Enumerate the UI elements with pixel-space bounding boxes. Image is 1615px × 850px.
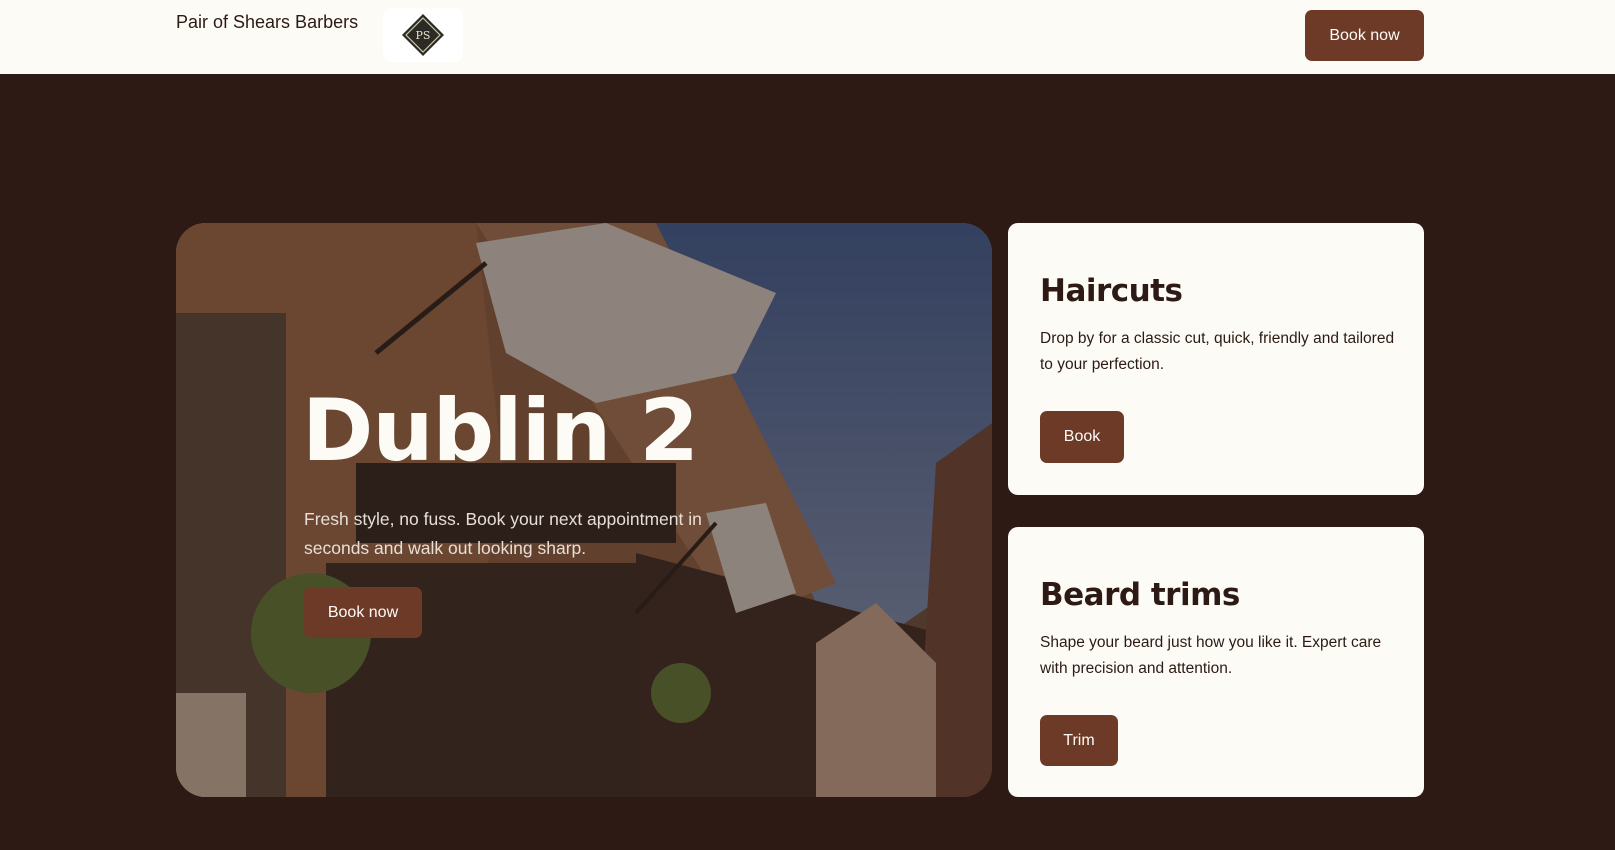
brand-name[interactable]: Pair of Shears Barbers xyxy=(176,12,358,33)
book-haircut-button[interactable]: Book xyxy=(1040,411,1124,463)
header-book-now-button[interactable]: Book now xyxy=(1305,10,1424,61)
hero-book-now-button[interactable]: Book now xyxy=(304,587,422,638)
ps-diamond-logo-icon: PS xyxy=(402,14,444,56)
hero-title: Dublin 2 xyxy=(302,381,699,481)
service-description: Drop by for a classic cut, quick, friend… xyxy=(1040,330,1395,373)
hero-description: Fresh style, no fuss. Book your next app… xyxy=(304,509,702,558)
service-title: Beard trims xyxy=(1040,577,1240,613)
service-card-haircuts: Haircuts Drop by for a classic cut, quic… xyxy=(1008,223,1424,495)
service-description: Shape your beard just how you like it. E… xyxy=(1040,634,1382,677)
logo[interactable]: PS xyxy=(383,8,463,62)
trim-beard-button[interactable]: Trim xyxy=(1040,715,1118,766)
service-title: Haircuts xyxy=(1040,273,1183,309)
logo-text: PS xyxy=(416,29,431,42)
service-card-beard-trims: Beard trims Shape your beard just how yo… xyxy=(1008,527,1424,797)
site-header: Pair of Shears Barbers PS Book now xyxy=(0,0,1615,74)
hero-card: Dublin 2 Fresh style, no fuss. Book your… xyxy=(176,223,992,797)
